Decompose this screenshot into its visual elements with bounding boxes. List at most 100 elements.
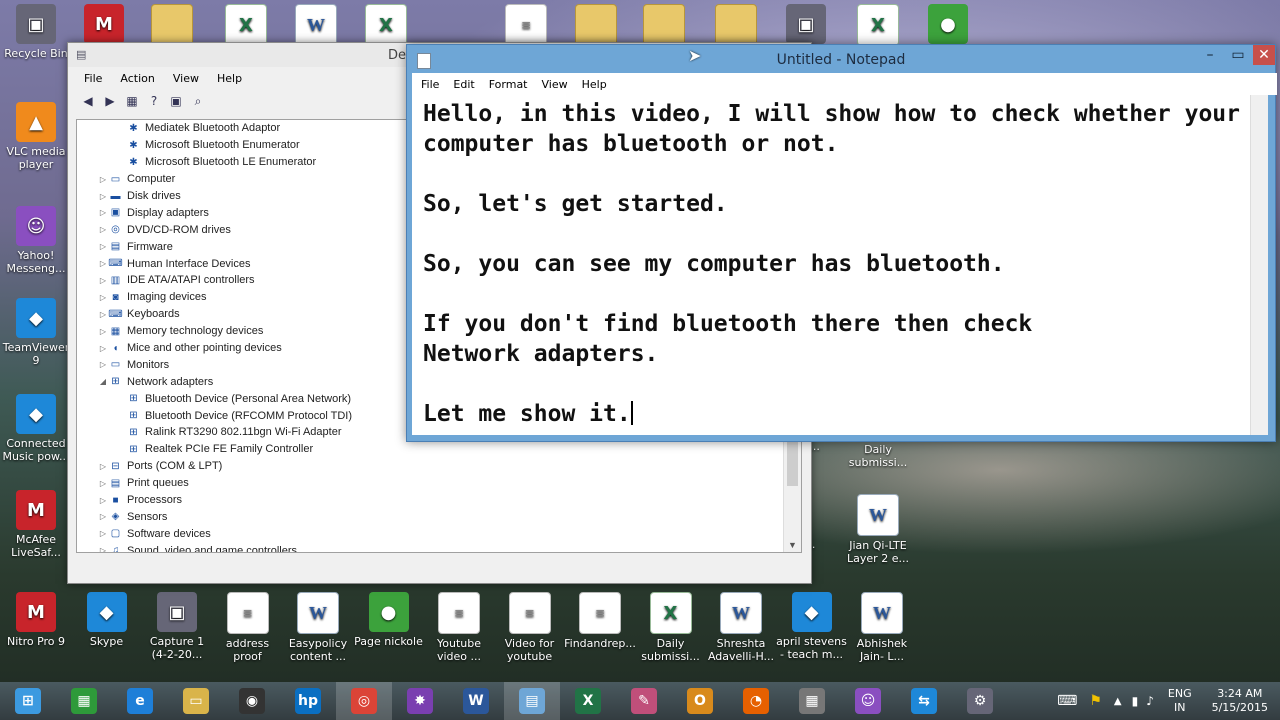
- taskbar-word[interactable]: W: [448, 682, 504, 720]
- notepad-line: computer has bluetooth or not.: [423, 129, 1243, 159]
- device-tree-row[interactable]: ▷ ◈ Sensors: [77, 508, 801, 525]
- network-tray-icon[interactable]: ▮: [1132, 694, 1139, 708]
- notepad-window[interactable]: Untitled - Notepad – ▭ ✕ File Edit Forma…: [406, 44, 1277, 442]
- taskbar-excel[interactable]: X: [560, 682, 616, 720]
- taskbar-yahoo-messenger[interactable]: ☺: [840, 682, 896, 720]
- desktop-icon[interactable]: ▲ VLC media player: [0, 102, 72, 171]
- expand-arrow-icon[interactable]: ▷: [97, 242, 109, 251]
- desktop-icon[interactable]: ▣: [770, 4, 842, 47]
- desktop-icon[interactable]: ◆ april stevens - teach m...: [776, 592, 848, 661]
- expand-arrow-icon[interactable]: ▷: [97, 344, 109, 353]
- desktop-icon[interactable]: X Daily submissi...: [635, 592, 707, 663]
- menu-edit[interactable]: Edit: [453, 78, 474, 91]
- menu-help[interactable]: Help: [217, 72, 242, 85]
- desktop-icon[interactable]: ≡ Findandrep...: [564, 592, 636, 650]
- expand-arrow-icon[interactable]: ▷: [97, 310, 109, 319]
- desktop-icon[interactable]: M McAfee LiveSaf...: [0, 490, 72, 559]
- maximize-icon[interactable]: ▭: [1225, 45, 1251, 65]
- expand-arrow-icon[interactable]: ▷: [97, 225, 109, 234]
- expand-arrow-icon[interactable]: ▷: [97, 496, 109, 505]
- device-tree-row[interactable]: ▷ ▢ Software devices: [77, 525, 801, 542]
- desktop-icon[interactable]: W Shreshta Adavelli-H...: [705, 592, 777, 663]
- device-tree-row[interactable]: ▷ ▤ Print queues: [77, 475, 801, 492]
- warning-flag-icon[interactable]: ⚑: [1089, 693, 1102, 709]
- device-tree-row[interactable]: ▷ ■ Processors: [77, 492, 801, 509]
- device-tree-row[interactable]: ⊞ Realtek PCIe FE Family Controller: [77, 441, 801, 458]
- close-icon[interactable]: ✕: [1253, 45, 1275, 65]
- taskbar-internet-explorer[interactable]: e: [112, 682, 168, 720]
- minimize-icon[interactable]: –: [1197, 45, 1223, 65]
- menu-help[interactable]: Help: [582, 78, 607, 91]
- properties-icon[interactable]: ▦: [124, 93, 140, 109]
- expand-arrow-icon[interactable]: ▷: [97, 175, 109, 184]
- desktop-icon[interactable]: ≡ Youtube video ...: [423, 592, 495, 663]
- taskbar-start-button[interactable]: ⊞: [0, 682, 56, 720]
- desktop-icon[interactable]: M: [68, 4, 140, 47]
- expand-arrow-icon[interactable]: ▷: [97, 546, 109, 552]
- taskbar-paint[interactable]: ✎: [616, 682, 672, 720]
- show-hidden-icons-icon[interactable]: ▲: [1114, 696, 1122, 707]
- desktop-icon[interactable]: W Abhishek Jain- L...: [846, 592, 918, 663]
- taskbar-firefox[interactable]: ◔: [728, 682, 784, 720]
- desktop-icon[interactable]: ◆ TeamViewer 9: [0, 298, 72, 367]
- volume-icon[interactable]: ♪: [1146, 694, 1154, 708]
- expand-arrow-icon[interactable]: ▷: [97, 293, 109, 302]
- clock[interactable]: 3:24 AM 5/15/2015: [1212, 687, 1268, 715]
- menu-format[interactable]: Format: [489, 78, 528, 91]
- notepad-scrollbar[interactable]: [1250, 95, 1268, 435]
- desktop-icon[interactable]: M Nitro Pro 9: [0, 592, 72, 648]
- desktop-icon[interactable]: X: [842, 4, 914, 49]
- desktop-icon[interactable]: ● Page nickole: [353, 592, 425, 648]
- taskbar-media-app[interactable]: ◉: [224, 682, 280, 720]
- scroll-down-icon[interactable]: ▼: [788, 540, 797, 550]
- expand-arrow-icon[interactable]: ▷: [97, 327, 109, 336]
- expand-arrow-icon[interactable]: ▷: [97, 208, 109, 217]
- desktop-icon[interactable]: ▣ Recycle Bin: [0, 4, 72, 60]
- keyboard-icon[interactable]: ⌨: [1057, 693, 1077, 709]
- notepad-text-area[interactable]: Hello, in this video, I will show how to…: [412, 95, 1268, 435]
- taskbar-device-manager[interactable]: ⚙: [952, 682, 1008, 720]
- desktop-icon[interactable]: W Easypolicy content ...: [282, 592, 354, 663]
- notepad-titlebar[interactable]: Untitled - Notepad – ▭ ✕: [407, 45, 1275, 73]
- help-icon[interactable]: ?: [146, 93, 162, 109]
- taskbar-photo-app[interactable]: ✸: [392, 682, 448, 720]
- taskbar-chrome[interactable]: ◎: [336, 682, 392, 720]
- back-arrow-icon[interactable]: ◀: [80, 93, 96, 109]
- taskbar-notepad[interactable]: ▤: [504, 682, 560, 720]
- menu-view[interactable]: View: [542, 78, 568, 91]
- collapse-arrow-icon[interactable]: ◢: [97, 377, 109, 386]
- desktop-icon[interactable]: ≡ Video for youtube: [494, 592, 566, 663]
- desktop-icon[interactable]: ◆ Connected Music pow...: [0, 394, 72, 463]
- desktop-icon[interactable]: ☺ Yahoo! Messeng...: [0, 206, 72, 275]
- forward-arrow-icon[interactable]: ▶: [102, 93, 118, 109]
- scrollbar-thumb[interactable]: [787, 440, 798, 486]
- desktop-icon[interactable]: ●: [912, 4, 984, 47]
- device-tree-row[interactable]: ▷ ♫ Sound, video and game controllers: [77, 542, 801, 552]
- language-indicator[interactable]: ENG IN: [1168, 687, 1192, 715]
- taskbar-file-explorer[interactable]: ▭: [168, 682, 224, 720]
- expand-arrow-icon[interactable]: ▷: [97, 360, 109, 369]
- taskbar-calculator[interactable]: ▦: [784, 682, 840, 720]
- expand-arrow-icon[interactable]: ▷: [97, 512, 109, 521]
- expand-arrow-icon[interactable]: ▷: [97, 276, 109, 285]
- menu-action[interactable]: Action: [120, 72, 154, 85]
- menu-file[interactable]: File: [421, 78, 439, 91]
- taskbar-teamviewer[interactable]: ⇆: [896, 682, 952, 720]
- expand-arrow-icon[interactable]: ▷: [97, 259, 109, 268]
- taskbar-outlook[interactable]: O: [672, 682, 728, 720]
- desktop-icon[interactable]: ◆ Skype: [71, 592, 143, 648]
- taskbar-store-app[interactable]: ▦: [56, 682, 112, 720]
- update-driver-icon[interactable]: ▣: [168, 93, 184, 109]
- menu-view[interactable]: View: [173, 72, 199, 85]
- desktop-icon[interactable]: ▣ Capture 1 (4-2-20...: [141, 592, 213, 661]
- expand-arrow-icon[interactable]: ▷: [97, 462, 109, 471]
- desktop-icon[interactable]: W Jian Qi-LTE Layer 2 e...: [842, 494, 914, 565]
- expand-arrow-icon[interactable]: ▷: [97, 529, 109, 538]
- desktop-icon[interactable]: ≡ address proof: [212, 592, 284, 663]
- menu-file[interactable]: File: [84, 72, 102, 85]
- expand-arrow-icon[interactable]: ▷: [97, 479, 109, 488]
- taskbar-hp-app[interactable]: hp: [280, 682, 336, 720]
- scan-hardware-icon[interactable]: ⌕: [190, 93, 206, 109]
- expand-arrow-icon[interactable]: ▷: [97, 192, 109, 201]
- device-tree-row[interactable]: ▷ ⊟ Ports (COM & LPT): [77, 458, 801, 475]
